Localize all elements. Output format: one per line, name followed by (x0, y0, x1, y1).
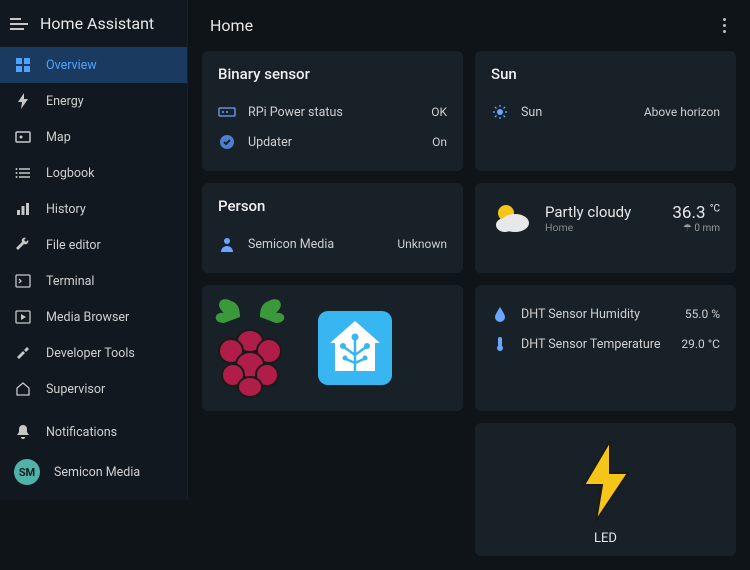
sidebar-item-label: Overview (46, 58, 97, 73)
sidebar-item-overview[interactable]: Overview (0, 47, 187, 83)
sidebar-item-terminal[interactable]: Terminal (0, 263, 187, 299)
sensors-card: DHT Sensor Humidity 55.0 % DHT Sensor Te… (475, 285, 736, 411)
overflow-menu-icon[interactable] (719, 14, 730, 37)
sidebar-header: Home Assistant (0, 0, 187, 47)
sidebar-item-label: Energy (46, 94, 84, 109)
sidebar-item-media-browser[interactable]: Media Browser (0, 299, 187, 335)
entity-row[interactable]: Sun Above horizon (491, 97, 720, 127)
sidebar-item-label: Map (46, 130, 71, 145)
entity-label: DHT Sensor Temperature (521, 337, 669, 352)
binary-sensor-card: Binary sensor RPi Power status OK Update… (202, 51, 463, 171)
home-assistant-logo-icon (314, 307, 396, 389)
chart-icon (14, 200, 32, 218)
entity-value: On (432, 135, 447, 149)
gallery-card (202, 285, 463, 411)
list-icon (14, 164, 32, 182)
sidebar-item-user[interactable]: SM Semicon Media (0, 450, 187, 494)
app-title: Home Assistant (40, 14, 154, 33)
sidebar-item-file-editor[interactable]: File editor (0, 227, 187, 263)
check-circle-icon (218, 133, 236, 151)
user-name: Semicon Media (54, 465, 140, 480)
sidebar-item-developer-tools[interactable]: Developer Tools (0, 335, 187, 371)
sidebar-item-history[interactable]: History (0, 191, 187, 227)
sidebar-item-label: Supervisor (46, 382, 105, 397)
sidebar-item-label: File editor (46, 238, 101, 253)
sidebar-item-logbook[interactable]: Logbook (0, 155, 187, 191)
entity-row[interactable]: RPi Power status OK (218, 97, 447, 127)
sun-card: Sun Sun Above horizon (475, 51, 736, 171)
rpi-icon (218, 103, 236, 121)
led-card[interactable]: LED (475, 423, 736, 556)
sun-icon (491, 103, 509, 121)
avatar: SM (14, 459, 40, 485)
weather-temp: 36.3 (672, 203, 705, 223)
card-title: Sun (491, 65, 720, 83)
sidebar-item-label: Logbook (46, 166, 95, 181)
sidebar-item-label: Media Browser (46, 310, 129, 325)
entity-label: DHT Sensor Humidity (521, 307, 673, 322)
sidebar-item-energy[interactable]: Energy (0, 83, 187, 119)
weather-condition: Partly cloudy (545, 203, 660, 221)
sidebar-item-label: Notifications (46, 425, 117, 440)
umbrella-icon: ☂ (683, 223, 692, 234)
thermometer-icon (491, 335, 509, 353)
content: Binary sensor RPi Power status OK Update… (188, 51, 750, 570)
entity-value: OK (431, 105, 447, 119)
hammer-icon (14, 344, 32, 362)
dashboard-icon (14, 56, 32, 74)
weather-precip: 0 mm (694, 223, 720, 234)
entity-label: Sun (521, 105, 632, 120)
entity-row[interactable]: Semicon Media Unknown (218, 229, 447, 259)
wrench-icon (14, 236, 32, 254)
card-title: Binary sensor (218, 65, 447, 83)
sidebar-item-supervisor[interactable]: Supervisor (0, 371, 187, 407)
bolt-icon (14, 92, 32, 110)
terminal-icon (14, 272, 32, 290)
water-drop-icon (491, 305, 509, 323)
card-title: Person (218, 197, 447, 215)
page-title: Home (210, 16, 253, 35)
topbar: Home (188, 0, 750, 51)
entity-row[interactable]: Updater On (218, 127, 447, 157)
main: Home Binary sensor RPi Power status OK U… (188, 0, 750, 500)
entity-row[interactable]: DHT Sensor Temperature 29.0 °C (491, 329, 720, 359)
play-icon (14, 308, 32, 326)
person-card: Person Semicon Media Unknown (202, 183, 463, 273)
weather-temp-unit: °C (710, 203, 720, 214)
led-label: LED (491, 531, 720, 546)
partly-cloudy-icon (491, 197, 533, 239)
ha-icon (14, 380, 32, 398)
sidebar-item-notifications[interactable]: Notifications (0, 414, 187, 450)
entity-row[interactable]: DHT Sensor Humidity 55.0 % (491, 299, 720, 329)
map-icon (14, 128, 32, 146)
sidebar-item-map[interactable]: Map (0, 119, 187, 155)
sidebar-item-label: History (46, 202, 86, 217)
menu-icon[interactable] (10, 18, 28, 30)
entity-value: 55.0 % (685, 307, 720, 321)
weather-location: Home (545, 221, 660, 234)
entity-value: Unknown (397, 237, 447, 251)
entity-label: Updater (248, 135, 420, 150)
raspberry-pi-logo-icon (206, 293, 294, 403)
sidebar: Home Assistant Overview Energy Map Logbo… (0, 0, 188, 500)
entity-label: RPi Power status (248, 105, 419, 120)
entity-value: Above horizon (644, 105, 720, 119)
sidebar-item-label: Developer Tools (46, 346, 135, 361)
entity-label: Semicon Media (248, 237, 385, 252)
weather-card[interactable]: Partly cloudy Home 36.3 °C ☂ 0 mm (475, 183, 736, 273)
bell-icon (14, 423, 32, 441)
sidebar-items: Overview Energy Map Logbook History File… (0, 47, 187, 414)
person-icon (218, 235, 236, 253)
sidebar-item-label: Terminal (46, 274, 94, 289)
bolt-icon (578, 441, 634, 521)
entity-value: 29.0 °C (681, 337, 720, 351)
